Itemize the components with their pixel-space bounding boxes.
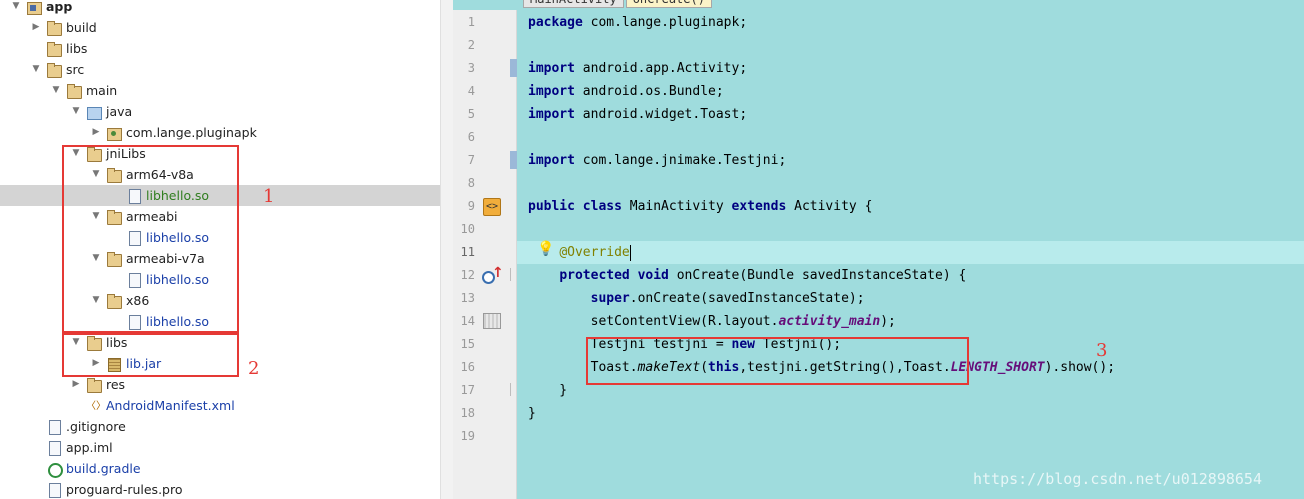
tree-item[interactable]: app.iml	[30, 437, 113, 458]
file-icon	[46, 419, 62, 435]
line-number: 9	[467, 199, 475, 213]
tree-item-label: libs	[66, 41, 88, 56]
code-line[interactable]: }	[528, 402, 536, 425]
line-number: 1	[467, 15, 475, 29]
tree-item-label: .gitignore	[66, 419, 126, 434]
collapse-arrow-icon[interactable]: ▼	[10, 0, 22, 17]
code-line[interactable]: protected void onCreate(Bundle savedInst…	[528, 264, 966, 287]
highlight-box-code	[586, 337, 969, 385]
code-line[interactable]: public class MainActivity extends Activi…	[528, 195, 872, 218]
tree-item[interactable]: ▶ build	[30, 17, 97, 38]
panel-splitter[interactable]	[440, 0, 453, 499]
line-number: 19	[460, 429, 475, 443]
collapse-arrow-icon[interactable]: ▼	[30, 59, 42, 80]
tree-item[interactable]: .gitignore	[30, 416, 126, 437]
class-gutter-icon[interactable]: <>	[483, 198, 501, 216]
line-number: 3	[467, 61, 475, 75]
tree-item[interactable]: ▼ app	[10, 0, 72, 17]
line-number: 6	[467, 130, 475, 144]
gradle-icon	[46, 462, 63, 478]
line-number-gutter: 1 2 3 4 5 6 7 8 9 10 11 12 13 14 15 16 17 18 19	[453, 10, 517, 499]
tree-item[interactable]: libs	[30, 38, 87, 59]
folder-icon	[86, 377, 102, 393]
annotation-label-2: 2	[248, 358, 260, 379]
tree-item[interactable]: build.gradle	[30, 458, 141, 479]
folder-icon	[66, 83, 82, 99]
tree-item-label: AndroidManifest.xml	[106, 398, 235, 413]
line-number: 2	[467, 38, 475, 52]
code-line[interactable]: import android.widget.Toast;	[528, 103, 747, 126]
tree-item[interactable]: ▶ res	[70, 374, 125, 395]
fold-marker-icon[interactable]	[510, 268, 516, 281]
project-tree-panel: ▼ app ▶ build libs ▼ src ▼ main ▼ java ▶ com.lange.p…	[0, 0, 453, 499]
tree-item[interactable]: ▼ java	[70, 101, 132, 122]
expand-arrow-icon[interactable]: ▶	[30, 17, 42, 38]
tree-item-label: build.gradle	[66, 461, 141, 476]
tree-item[interactable]: ▼ main	[50, 80, 117, 101]
line-number: 5	[467, 107, 475, 121]
code-line[interactable]: import android.app.Activity;	[528, 57, 747, 80]
tree-item-label: app	[46, 0, 73, 14]
file-icon	[46, 440, 62, 456]
code-line[interactable]: package com.lange.pluginapk;	[528, 11, 747, 34]
import-fold-marker[interactable]	[510, 59, 517, 77]
tree-item[interactable]: AndroidManifest.xml	[70, 395, 235, 417]
editor-tab[interactable]: onCreate()	[625, 0, 712, 8]
import-fold-marker[interactable]	[510, 151, 517, 169]
folder-icon	[46, 41, 62, 57]
expand-arrow-icon[interactable]: ▶	[90, 122, 102, 143]
tree-item-label: java	[106, 104, 133, 119]
code-line[interactable]: }	[528, 379, 567, 402]
override-gutter-icon[interactable]	[482, 265, 504, 285]
line-number: 4	[467, 84, 475, 98]
tree-item-label: app.iml	[66, 440, 113, 455]
line-number: 16	[460, 360, 475, 374]
line-number: 10	[460, 222, 475, 236]
code-line[interactable]: import android.os.Bundle;	[528, 80, 724, 103]
folder-icon	[46, 62, 62, 78]
line-number: 8	[467, 176, 475, 190]
annotation-label-1: 1	[263, 186, 275, 207]
editor-tab[interactable]: MainActivity	[523, 0, 624, 8]
collapse-arrow-icon[interactable]: ▼	[70, 101, 82, 122]
expand-arrow-icon[interactable]: ▶	[70, 374, 82, 395]
code-line[interactable]: import com.lange.jnimake.Testjni;	[528, 149, 786, 172]
tree-item[interactable]: ▶ com.lange.pluginapk	[90, 122, 257, 143]
highlight-box-libs	[62, 333, 239, 377]
tree-item-label: main	[86, 83, 118, 98]
tree-item-label: build	[66, 20, 97, 35]
line-number: 14	[460, 314, 475, 328]
line-number: 18	[460, 406, 475, 420]
fold-marker-icon[interactable]	[510, 383, 516, 396]
tree-item[interactable]: ▼ src	[30, 59, 84, 80]
highlight-box-jnilibs	[62, 145, 239, 333]
tree-item[interactable]: proguard-rules.pro	[30, 479, 183, 499]
annotation-label-3: 3	[1096, 340, 1108, 361]
module-folder-icon	[26, 0, 42, 15]
line-number: 12	[460, 268, 475, 282]
line-number: 15	[460, 337, 475, 351]
package-icon	[106, 126, 122, 141]
tree-item-label: proguard-rules.pro	[66, 482, 183, 497]
line-number: 17	[460, 383, 475, 397]
folder-icon	[46, 20, 62, 36]
code-line[interactable]: setContentView(R.layout.activity_main);	[528, 310, 896, 333]
xml-file-icon	[86, 396, 106, 417]
file-icon	[46, 482, 62, 498]
current-line-highlight	[517, 241, 1304, 264]
watermark: https://blog.csdn.net/u012898654	[973, 470, 1262, 488]
line-number: 7	[467, 153, 475, 167]
line-number: 11	[460, 245, 475, 259]
lightbulb-icon[interactable]: 💡	[537, 241, 554, 259]
editor-tabs: MainActivityonCreate()	[523, 0, 714, 8]
code-line[interactable]: super.onCreate(savedInstanceState);	[528, 287, 865, 310]
tree-item-label: res	[106, 377, 126, 392]
layout-preview-icon[interactable]	[483, 313, 501, 329]
tree-item-label: src	[66, 62, 85, 77]
code-editor[interactable]: MainActivityonCreate() 12345678910111213…	[453, 0, 1304, 499]
collapse-arrow-icon[interactable]: ▼	[50, 80, 62, 101]
line-number: 13	[460, 291, 475, 305]
source-folder-icon	[86, 105, 102, 120]
tree-item-label: com.lange.pluginapk	[126, 125, 257, 140]
